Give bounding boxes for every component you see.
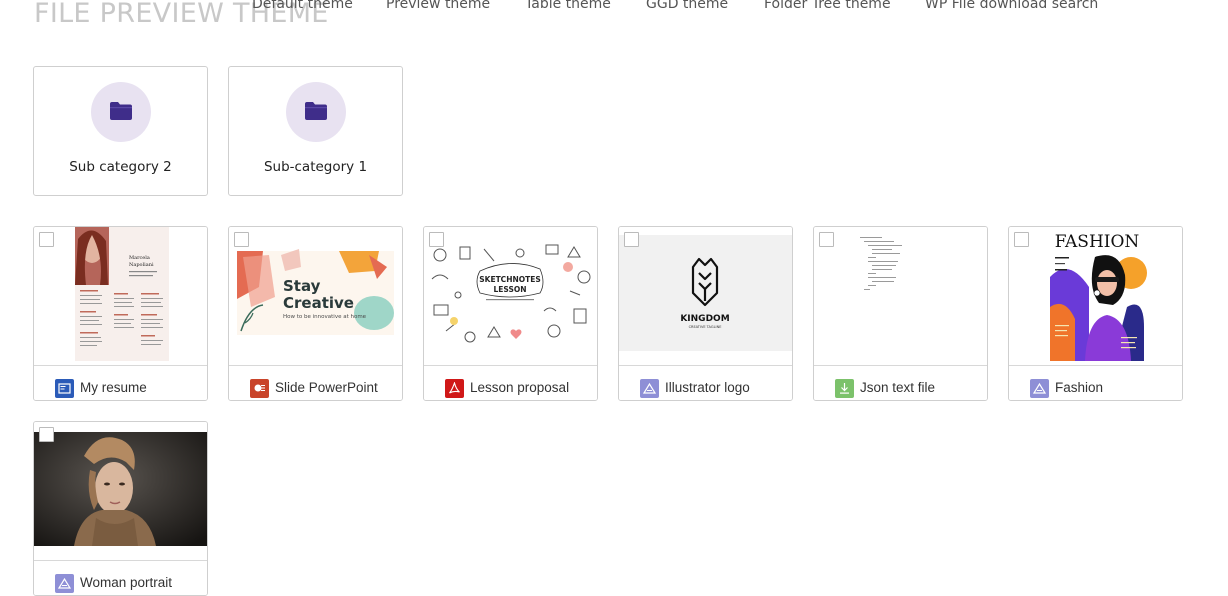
file-thumbnail: FASHION [1009,227,1182,365]
slide-title-line-2: Creative [283,294,354,312]
select-checkbox[interactable] [39,232,54,247]
file-card-lesson-proposal[interactable]: SKETCHNOTES LESSON Lesson proposal [423,226,598,401]
file-footer: Illustrator logo [619,365,792,400]
file-thumbnail: SKETCHNOTES LESSON [424,227,597,365]
fashion-heading: FASHION [1055,232,1140,252]
folder-card-sub-category-1[interactable]: Sub-category 1 [228,66,403,196]
theme-nav: Default theme Preview theme Table theme … [0,0,1228,18]
file-card-illustrator-logo[interactable]: KINGDOM CREATIVE TAGLINE Illustrator log… [618,226,793,401]
file-card-fashion[interactable]: FASHION Fashion [1008,226,1183,401]
file-name[interactable]: Fashion [1055,380,1103,395]
slide-subtitle: How to be innovative at home [283,314,367,320]
file-name[interactable]: My resume [80,380,147,395]
select-checkbox[interactable] [624,232,639,247]
logo-tagline: CREATIVE TAGLINE [689,325,722,329]
file-footer: Fashion [1009,365,1182,400]
image-file-icon [1030,379,1049,398]
file-name[interactable]: Woman portrait [80,575,172,590]
file-footer: Lesson proposal [424,365,597,400]
folder-icon-circle [286,82,346,142]
nav-wp-file-download-search[interactable]: WP File download search [925,0,1098,12]
nav-ggd-theme[interactable]: GGD theme [646,0,728,12]
file-card-json-text-file[interactable]: Json text file [813,226,988,401]
resume-name-first: Marcela [129,255,150,261]
file-thumbnail [814,227,987,365]
lesson-title-line-1: SKETCHNOTES [479,275,541,284]
file-name[interactable]: Json text file [860,380,935,395]
select-checkbox[interactable] [429,232,444,247]
select-checkbox[interactable] [1014,232,1029,247]
select-checkbox[interactable] [819,232,834,247]
powerpoint-file-icon [250,379,269,398]
select-checkbox[interactable] [39,427,54,442]
word-file-icon [55,379,74,398]
nav-preview-theme[interactable]: Preview theme [386,0,490,12]
pdf-file-icon [445,379,464,398]
nav-folder-tree-theme[interactable]: Folder Tree theme [764,0,891,12]
folder-icon [110,102,132,120]
folder-name: Sub category 2 [69,159,172,175]
slide-title-line-1: Stay [283,277,321,295]
file-card-woman-portrait[interactable]: Woman portrait [33,421,208,596]
file-footer: Slide PowerPoint [229,365,402,400]
image-file-icon [55,574,74,593]
file-thumbnail: KINGDOM CREATIVE TAGLINE [619,227,792,365]
lesson-title-line-2: LESSON [493,285,526,294]
resume-name-last: Napoliani [129,262,154,268]
folder-card-sub-category-2[interactable]: Sub category 2 [33,66,208,196]
file-footer: Woman portrait [34,560,207,595]
file-name[interactable]: Lesson proposal [470,380,569,395]
nav-default-theme[interactable]: Default theme [252,0,353,12]
select-checkbox[interactable] [234,232,249,247]
file-footer: My resume [34,365,207,400]
folder-name: Sub-category 1 [263,159,368,175]
file-thumbnail: Stay Creative How to be innovative at ho… [229,227,402,365]
file-card-my-resume[interactable]: Marcela Napoliani My resume [33,226,208,401]
file-name[interactable]: Slide PowerPoint [275,380,378,395]
folder-icon [305,102,327,120]
download-file-icon [835,379,854,398]
nav-table-theme[interactable]: Table theme [525,0,611,12]
image-file-icon [640,379,659,398]
file-footer: Json text file [814,365,987,400]
file-name[interactable]: Illustrator logo [665,380,750,395]
file-thumbnail: Marcela Napoliani [34,227,207,365]
logo-brand: KINGDOM [680,314,729,324]
file-card-slide-powerpoint[interactable]: Stay Creative How to be innovative at ho… [228,226,403,401]
folder-icon-circle [91,82,151,142]
file-thumbnail [34,422,207,560]
